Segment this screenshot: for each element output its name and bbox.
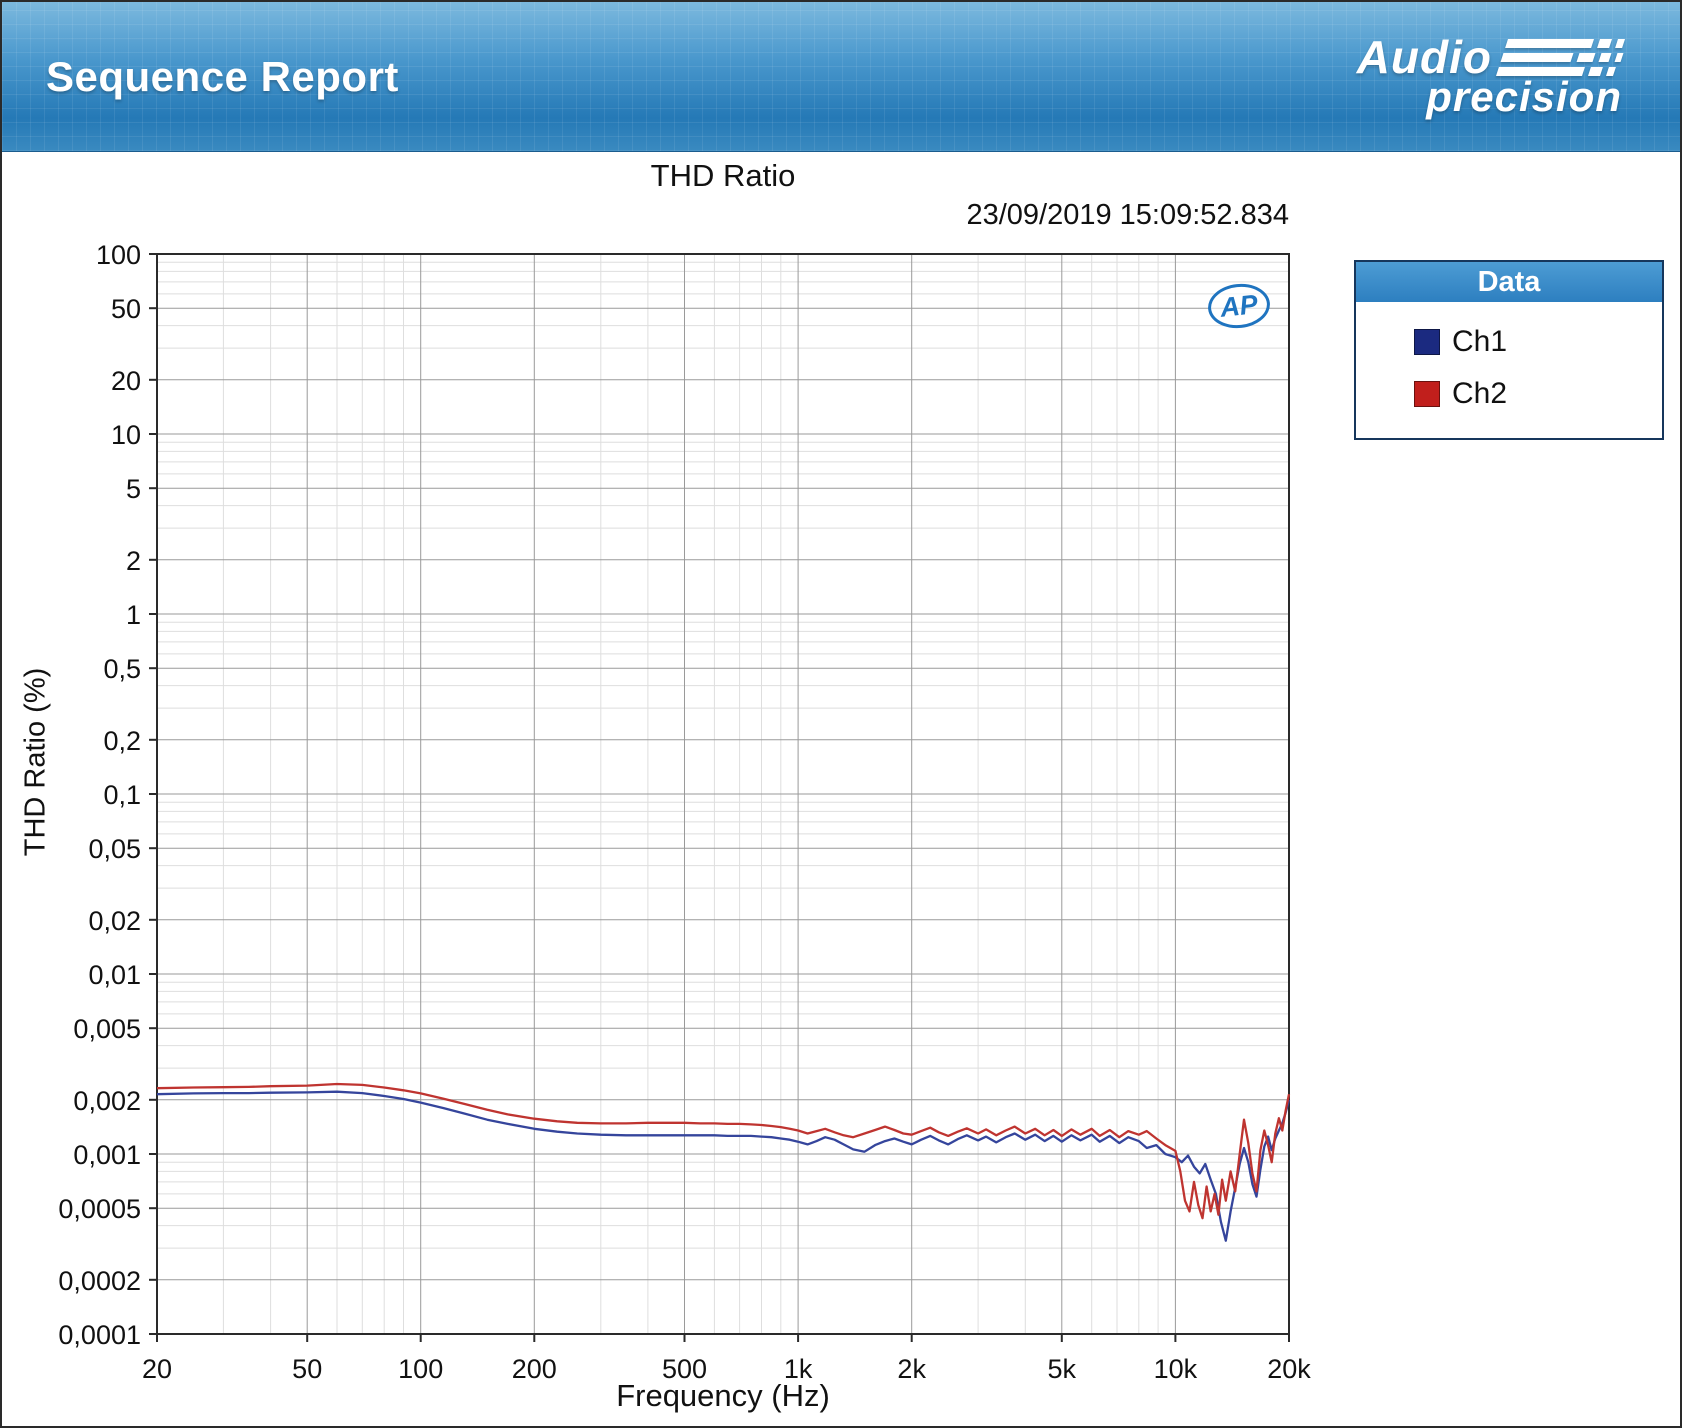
- report-header: Sequence Report Audio precision: [2, 2, 1680, 152]
- legend-swatch-ch2: [1414, 381, 1440, 407]
- series-ch2: [157, 1084, 1289, 1218]
- y-tick-label: 0,5: [103, 654, 141, 684]
- logo-text-audio: Audio: [1357, 37, 1492, 78]
- y-tick-label: 1: [126, 600, 141, 630]
- y-tick-label: 0,2: [103, 726, 141, 756]
- y-tick-label: 0,0002: [58, 1266, 141, 1296]
- legend-label-ch1: Ch1: [1452, 325, 1507, 359]
- report-title: Sequence Report: [46, 53, 399, 101]
- y-tick-label: 0,0005: [58, 1194, 141, 1224]
- y-tick-label: 100: [96, 240, 141, 270]
- series-ch1: [157, 1092, 1289, 1241]
- logo-text-precision: precision: [1426, 78, 1622, 116]
- x-axis-label: Frequency (Hz): [157, 1378, 1289, 1414]
- y-tick-label: 10: [111, 420, 141, 450]
- y-tick-label: 20: [111, 366, 141, 396]
- y-tick-label: 0,005: [73, 1014, 141, 1044]
- y-tick-label: 0,001: [73, 1140, 141, 1170]
- y-tick-label: 0,02: [88, 906, 141, 936]
- legend-entry-ch2: Ch2: [1414, 368, 1662, 420]
- y-tick-label: 0,0001: [58, 1320, 141, 1350]
- y-axis-label: THD Ratio (%): [20, 668, 53, 857]
- legend-box: Data Ch1 Ch2: [1354, 260, 1664, 440]
- y-tick-label: 5: [126, 474, 141, 504]
- legend-label-ch2: Ch2: [1452, 377, 1507, 411]
- y-tick-label: 0,1: [103, 780, 141, 810]
- logo-bars-icon: [1496, 39, 1628, 76]
- sequence-report-page: Sequence Report Audio precision THD Rati…: [0, 0, 1682, 1428]
- legend-entry-ch1: Ch1: [1414, 316, 1662, 368]
- y-tick-label: 0,002: [73, 1086, 141, 1116]
- y-tick-label: 2: [126, 546, 141, 576]
- y-tick-label: 0,05: [88, 834, 141, 864]
- legend-swatch-ch1: [1414, 329, 1440, 355]
- legend-title: Data: [1356, 262, 1662, 302]
- y-tick-label: 50: [111, 294, 141, 324]
- legend-entries: Ch1 Ch2: [1356, 302, 1662, 438]
- audio-precision-logo: Audio precision: [1357, 37, 1622, 116]
- y-tick-label: 0,01: [88, 960, 141, 990]
